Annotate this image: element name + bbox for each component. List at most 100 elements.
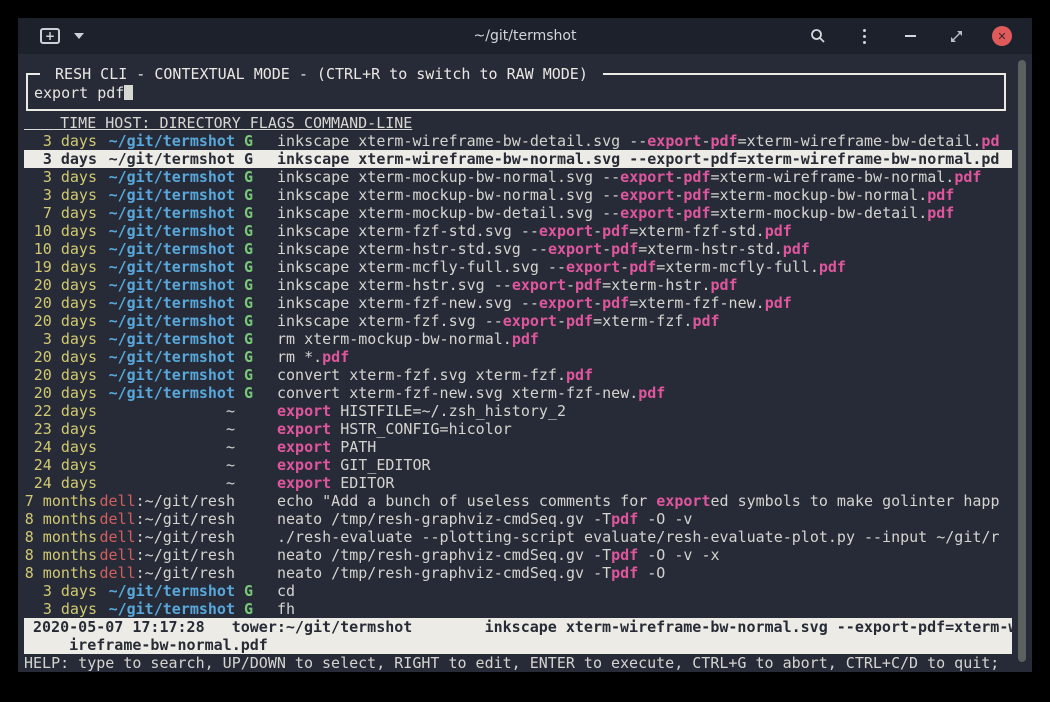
row-command-segment: pdf (710, 132, 737, 150)
history-row[interactable]: 8 monthsdell:~/git/resh./resh-evaluate -… (24, 528, 1012, 546)
row-command-segment: pdf (566, 312, 593, 330)
row-command-segment: PATH (331, 438, 376, 456)
history-row[interactable]: 10 days~/git/termshotGinkscape xterm-fzf… (24, 222, 1012, 240)
row-flags: G (244, 240, 253, 258)
history-row[interactable]: 20 days~/git/termshotGinkscape xterm-fzf… (24, 312, 1012, 330)
row-directory: ~/git/termshot (97, 582, 235, 600)
history-row[interactable]: 3 days~/git/termshotGfh (24, 600, 1012, 618)
restore-icon[interactable] (946, 26, 966, 46)
row-command-segment: inkscape xterm-fzf-new.svg -- (277, 294, 539, 312)
row-time: 3 days (24, 150, 97, 168)
row-command-segment: inkscape xterm-hstr.svg -- (277, 276, 512, 294)
row-command-segment: export (277, 456, 331, 474)
row-command: inkscape xterm-wireframe-bw-detail.svg -… (277, 132, 1012, 150)
row-command-segment: export (277, 438, 331, 456)
row-directory-segment: ~/git/termshot (109, 276, 235, 294)
history-row[interactable]: 23 days~export HSTR_CONFIG=hicolor (24, 420, 1012, 438)
row-command: convert xterm-fzf-new.svg xterm-fzf-new.… (277, 384, 1012, 402)
titlebar: + ~/git/termshot (18, 18, 1032, 54)
history-row[interactable]: 24 days~export EDITOR (24, 474, 1012, 492)
history-row[interactable]: 7 days~/git/termshotGinkscape xterm-mock… (24, 204, 1012, 222)
history-row[interactable]: 3 days~/git/termshotGinkscape xterm-wire… (24, 150, 1012, 168)
search-icon[interactable] (808, 26, 828, 46)
terminal-screen[interactable]: RESH CLI - CONTEXTUAL MODE - (CTRL+R to … (18, 54, 1032, 672)
row-command-segment: export (277, 474, 331, 492)
history-row[interactable]: 3 days~/git/termshotGinkscape xterm-mock… (24, 186, 1012, 204)
row-directory: dell:~/git/resh (97, 564, 235, 582)
scrollbar[interactable] (1018, 60, 1026, 662)
status-bar: 2020-05-07 17:17:28 tower:~/git/termshot… (24, 618, 1012, 654)
row-time: 20 days (24, 366, 97, 384)
row-command-segment: pdf (512, 330, 539, 348)
row-directory-segment: ~/git/termshot (109, 132, 235, 150)
row-time: 10 days (24, 240, 97, 258)
row-command-segment: GIT_EDITOR (331, 456, 430, 474)
row-directory: ~/git/termshot (97, 312, 235, 330)
row-directory-segment: ~/git/termshot (109, 150, 235, 168)
history-row[interactable]: 3 days~/git/termshotGrm xterm-mockup-bw-… (24, 330, 1012, 348)
history-row[interactable]: 20 days~/git/termshotGinkscape xterm-hst… (24, 276, 1012, 294)
row-command-segment: pdf (611, 564, 638, 582)
row-command-segment: rm *. (277, 348, 322, 366)
row-directory-segment: ~/git/termshot (109, 186, 235, 204)
row-command-segment: =xterm-mockup-bw-normal. (710, 186, 927, 204)
row-directory: ~ (97, 402, 235, 420)
row-command-segment: - (593, 222, 602, 240)
row-directory-segment: ~ (226, 402, 235, 420)
history-row[interactable]: 10 days~/git/termshotGinkscape xterm-hst… (24, 240, 1012, 258)
row-flags (244, 510, 253, 528)
row-command-segment: neato /tmp/resh-graphviz-cmdSeq.gv -T (277, 546, 611, 564)
row-command-segment: export (277, 402, 331, 420)
row-directory: ~/git/termshot (97, 186, 235, 204)
row-directory-segment: dell (100, 546, 136, 564)
row-command-segment: pdf (566, 366, 593, 384)
history-row[interactable]: 24 days~export GIT_EDITOR (24, 456, 1012, 474)
row-directory-segment: dell (100, 564, 136, 582)
row-command-segment: pdf (575, 276, 602, 294)
row-flags (244, 402, 253, 420)
history-row[interactable]: 20 days~/git/termshotGrm *.pdf (24, 348, 1012, 366)
row-command-segment: echo "Add a bunch of useless comments fo… (277, 492, 656, 510)
history-row[interactable]: 19 days~/git/termshotGinkscape xterm-mcf… (24, 258, 1012, 276)
row-directory-segment: dell (100, 492, 136, 510)
row-flags: G (244, 258, 253, 276)
kebab-menu-icon[interactable] (854, 26, 874, 46)
row-command-segment: ./resh-evaluate --plotting-script evalua… (277, 528, 999, 546)
row-command-segment: EDITOR (331, 474, 394, 492)
row-command: export HSTR_CONFIG=hicolor (277, 420, 1012, 438)
row-flags (244, 474, 253, 492)
row-command-segment: export (620, 186, 674, 204)
status-line-1: 2020-05-07 17:17:28 tower:~/git/termshot… (24, 618, 1012, 636)
row-directory-segment: ~/git/termshot (109, 330, 235, 348)
row-command: inkscape xterm-hstr-std.svg --export-pdf… (277, 240, 1012, 258)
row-command-segment: -O -v (638, 510, 692, 528)
history-row[interactable]: 8 monthsdell:~/git/reshneato /tmp/resh-g… (24, 546, 1012, 564)
row-command: neato /tmp/resh-graphviz-cmdSeq.gv -Tpdf… (277, 546, 1012, 564)
history-row[interactable]: 8 monthsdell:~/git/reshneato /tmp/resh-g… (24, 564, 1012, 582)
close-icon[interactable]: ✕ (992, 26, 1012, 46)
row-flags: G (244, 582, 253, 600)
history-row[interactable]: 20 days~/git/termshotGconvert xterm-fzf-… (24, 384, 1012, 402)
history-row[interactable]: 7 monthsdell:~/git/reshecho "Add a bunch… (24, 492, 1012, 510)
history-row[interactable]: 20 days~/git/termshotGconvert xterm-fzf.… (24, 366, 1012, 384)
history-row[interactable]: 24 days~export PATH (24, 438, 1012, 456)
text-cursor (124, 85, 133, 100)
row-directory: ~/git/termshot (97, 384, 235, 402)
row-directory-segment: ~ (226, 438, 235, 456)
row-directory: dell:~/git/resh (97, 546, 235, 564)
history-row[interactable]: 20 days~/git/termshotGinkscape xterm-fzf… (24, 294, 1012, 312)
row-time: 3 days (24, 600, 97, 618)
row-directory-segment: ~ (226, 456, 235, 474)
history-row[interactable]: 8 monthsdell:~/git/reshneato /tmp/resh-g… (24, 510, 1012, 528)
search-input[interactable]: export pdf (34, 84, 133, 102)
row-time: 3 days (24, 132, 97, 150)
resh-search-box: RESH CLI - CONTEXTUAL MODE - (CTRL+R to … (26, 73, 1006, 111)
row-time: 10 days (24, 222, 97, 240)
minimize-icon[interactable] (900, 26, 920, 46)
history-row[interactable]: 22 days~export HISTFILE=~/.zsh_history_2 (24, 402, 1012, 420)
history-row[interactable]: 3 days~/git/termshotGinkscape xterm-wire… (24, 132, 1012, 150)
row-command-segment: inkscape xterm-wireframe-bw-detail.svg -… (277, 132, 647, 150)
history-row[interactable]: 3 days~/git/termshotGcd (24, 582, 1012, 600)
row-command-segment: inkscape xterm-mcfly-full.svg -- (277, 258, 566, 276)
history-row[interactable]: 3 days~/git/termshotGinkscape xterm-mock… (24, 168, 1012, 186)
